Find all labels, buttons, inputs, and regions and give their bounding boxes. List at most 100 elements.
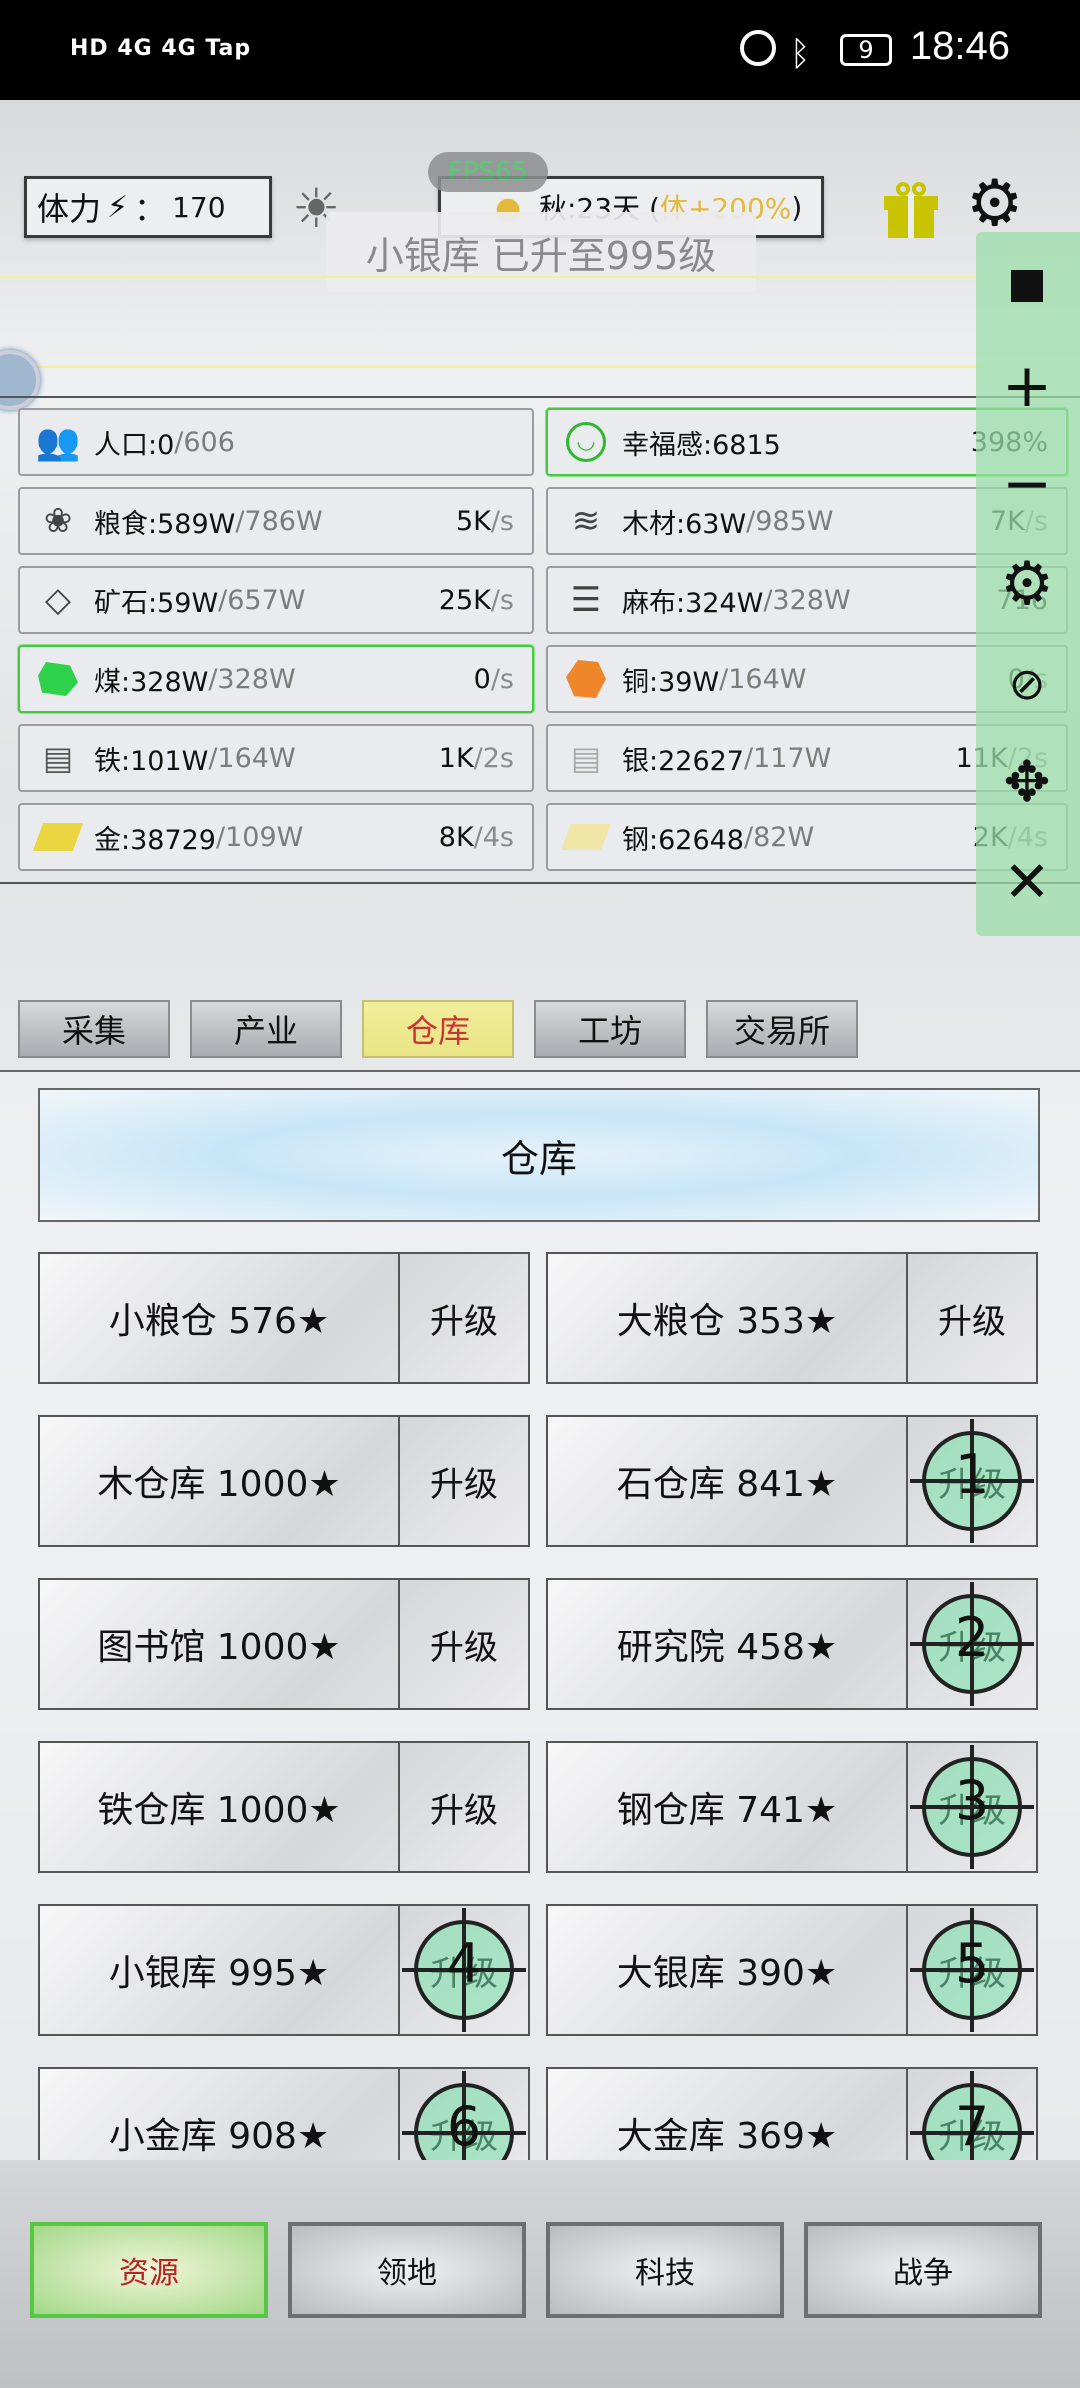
warehouse-label: 图书馆 1000★ <box>40 1580 400 1708</box>
crosshair-marker: 2 <box>910 1582 1034 1706</box>
warehouse-card: 研究院 458★升级2 <box>546 1578 1038 1710</box>
marker-number: 7 <box>954 2095 990 2158</box>
fps-badge: FPS65 <box>428 152 548 192</box>
crosshair-marker: 1 <box>910 1419 1034 1543</box>
silver-icon: ▤ <box>570 739 602 777</box>
upgrade-button[interactable]: 升级2 <box>908 1580 1036 1708</box>
gear-icon[interactable]: ⚙ <box>976 544 1078 624</box>
resource-max: /117W <box>744 742 832 774</box>
resource-name: 钢:62648 <box>622 824 744 856</box>
marker-number: 6 <box>446 2095 482 2158</box>
warehouse-label: 研究院 458★ <box>548 1580 908 1708</box>
warehouse-label: 木仓库 1000★ <box>40 1417 400 1545</box>
upgrade-button[interactable]: 升级 <box>908 1254 1036 1382</box>
warehouse-card: 大银库 390★升级5 <box>546 1904 1038 2036</box>
resource-rate: 25K/s <box>438 584 514 616</box>
resource-iron[interactable]: ▤ 铁:101W/164W 1K/2s <box>18 724 534 792</box>
resource-name: 铜:39W <box>622 666 720 698</box>
eye-off-icon[interactable]: ⊘ <box>976 644 1078 724</box>
resource-max: /164W <box>208 742 296 774</box>
minus-icon[interactable]: − <box>976 444 1078 524</box>
section-title: 仓库 <box>38 1088 1040 1222</box>
warehouse-label: 钢仓库 741★ <box>548 1743 908 1871</box>
upgrade-button[interactable]: 升级1 <box>908 1417 1036 1545</box>
resource-max: /164W <box>719 663 807 695</box>
resource-name: 铁:101W <box>94 745 209 777</box>
tab-0[interactable]: 采集 <box>18 1000 170 1058</box>
resource-name: 粮食:589W <box>94 508 236 540</box>
steel-icon <box>561 813 611 861</box>
warehouse-card: 图书馆 1000★ 升级 <box>38 1578 530 1710</box>
resource-name: 金:38729 <box>94 824 216 856</box>
coal-icon <box>34 655 82 703</box>
resource-name: 矿石:59W <box>94 587 219 619</box>
gold-icon <box>32 813 84 861</box>
marker-number: 3 <box>954 1769 990 1832</box>
resource-max: /328W <box>208 663 296 695</box>
marker-number: 1 <box>954 1443 990 1506</box>
linen-icon: ☰ <box>570 580 602 620</box>
category-tabs: 采集 产业 仓库 工坊 交易所 <box>18 1000 918 1058</box>
upgrade-toast: 小银库 已升至995级 <box>326 212 756 292</box>
bottom-nav-0[interactable]: 资源 <box>30 2222 268 2318</box>
move-icon[interactable]: ✥ <box>976 742 1078 822</box>
warehouse-card: 木仓库 1000★ 升级 <box>38 1415 530 1547</box>
upgrade-button[interactable]: 升级 <box>400 1580 528 1708</box>
resource-max: /786W <box>235 505 323 537</box>
resource-rate: 1K/2s <box>438 742 514 774</box>
status-bar: HD 4G 4G Tap ᛒ 9 18:46 <box>0 0 1080 100</box>
crosshair-marker: 4 <box>402 1908 526 2032</box>
resource-ore[interactable]: ◇ 矿石:59W/657W 25K/s <box>18 566 534 634</box>
bottom-nav-2[interactable]: 科技 <box>546 2222 784 2318</box>
upgrade-button[interactable]: 升级 <box>400 1254 528 1382</box>
bottom-nav-3[interactable]: 战争 <box>804 2222 1042 2318</box>
ore-icon: ◇ <box>44 580 72 620</box>
close-icon[interactable]: ✕ <box>976 842 1078 922</box>
stamina-panel: 体力 ⚡ ： 170 <box>24 176 272 238</box>
resource-grain[interactable]: ❀ 粮食:589W/786W 5K/s <box>18 487 534 555</box>
upgrade-button[interactable]: 升级5 <box>908 1906 1036 2034</box>
gift-icon[interactable] <box>884 182 938 238</box>
warehouse-label: 大银库 390★ <box>548 1906 908 2034</box>
tab-1[interactable]: 产业 <box>190 1000 342 1058</box>
resource-max: /82W <box>744 821 815 853</box>
resource-rate: 0/s <box>473 663 514 695</box>
upgrade-button[interactable]: 升级 <box>400 1417 528 1545</box>
stamina-value: 170 <box>172 190 226 224</box>
resource-population[interactable]: 👥 人口:0/606 <box>18 408 534 476</box>
settings-gear-icon[interactable]: ⚙ <box>966 172 1023 236</box>
upgrade-button[interactable]: 升级4 <box>400 1906 528 2034</box>
smile-icon: ◡ <box>562 418 610 466</box>
resource-name: 煤:328W <box>94 666 209 698</box>
resource-name: 木材:63W <box>622 508 747 540</box>
warehouse-card: 铁仓库 1000★ 升级 <box>38 1741 530 1873</box>
warehouse-card: 钢仓库 741★升级3 <box>546 1741 1038 1873</box>
warehouse-label: 铁仓库 1000★ <box>40 1743 400 1871</box>
battery-icon: 9 <box>840 34 892 66</box>
resource-name: 幸福感:6815 <box>622 429 781 461</box>
marker-number: 2 <box>954 1606 990 1669</box>
floating-toolbar: + − ⚙ ⊘ ✥ ✕ <box>976 232 1080 936</box>
network-indicators: HD 4G 4G Tap <box>70 36 252 61</box>
marker-number: 5 <box>954 1932 990 1995</box>
stop-icon[interactable] <box>976 246 1078 326</box>
warehouse-card: 大粮仓 353★ 升级 <box>546 1252 1038 1384</box>
resource-coal[interactable]: 煤:328W/328W 0/s <box>18 645 534 713</box>
resource-max: /109W <box>216 821 304 853</box>
warehouse-label: 小粮仓 576★ <box>40 1254 400 1382</box>
guide-line <box>0 276 980 278</box>
plus-icon[interactable]: + <box>976 346 1078 426</box>
warehouse-card: 小粮仓 576★ 升级 <box>38 1252 530 1384</box>
upgrade-button[interactable]: 升级3 <box>908 1743 1036 1871</box>
resource-gold[interactable]: 金:38729/109W 8K/4s <box>18 803 534 871</box>
tab-3[interactable]: 工坊 <box>534 1000 686 1058</box>
warehouse-label: 石仓库 841★ <box>548 1417 908 1545</box>
tab-4[interactable]: 交易所 <box>706 1000 858 1058</box>
resource-max: /606 <box>174 426 235 458</box>
tab-2[interactable]: 仓库 <box>362 1000 514 1058</box>
upgrade-button[interactable]: 升级 <box>400 1743 528 1871</box>
warehouse-card: 小银库 995★升级4 <box>38 1904 530 2036</box>
grain-icon: ❀ <box>43 501 73 541</box>
bottom-nav-1[interactable]: 领地 <box>288 2222 526 2318</box>
crosshair-marker: 5 <box>910 1908 1034 2032</box>
